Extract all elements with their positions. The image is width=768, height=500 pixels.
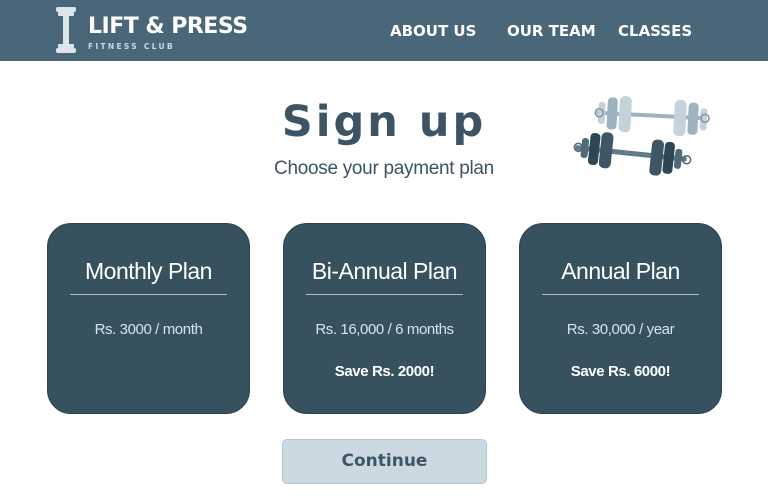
divider [542,294,699,295]
plan-name: Monthly Plan [85,258,212,284]
brand-name: LIFT & PRESS [88,14,248,39]
nav-about-us[interactable]: ABOUT US [390,22,476,40]
dumbbell-icon [56,7,76,53]
divider [70,294,227,295]
site-header: LIFT & PRESS FITNESS CLUB ABOUT US OUR T… [0,0,768,61]
plan-price: Rs. 16,000 / 6 months [315,321,454,338]
plan-name: Bi-Annual Plan [311,258,458,284]
brand-tagline: FITNESS CLUB [88,42,175,51]
plan-price: Rs. 3000 / month [94,321,203,338]
plan-card-annual[interactable]: Annual Plan Rs. 30,000 / year Save Rs. 6… [519,223,722,414]
nav-our-team[interactable]: OUR TEAM [507,22,596,40]
plan-saving: Save Rs. 2000! [334,363,435,380]
plan-name: Annual Plan [561,258,680,284]
plan-price: Rs. 30,000 / year [566,321,675,338]
nav-classes[interactable]: CLASSES [618,22,692,40]
plan-card-monthly[interactable]: Monthly Plan Rs. 3000 / month [47,223,250,414]
divider [306,294,463,295]
plan-saving: Save Rs. 6000! [570,363,671,380]
continue-button[interactable]: Continue [282,439,487,484]
plan-card-bi-annual[interactable]: Bi-Annual Plan Rs. 16,000 / 6 months Sav… [283,223,486,414]
brand-logo[interactable]: LIFT & PRESS FITNESS CLUB [54,6,248,54]
dumbbells-icon [573,96,710,176]
